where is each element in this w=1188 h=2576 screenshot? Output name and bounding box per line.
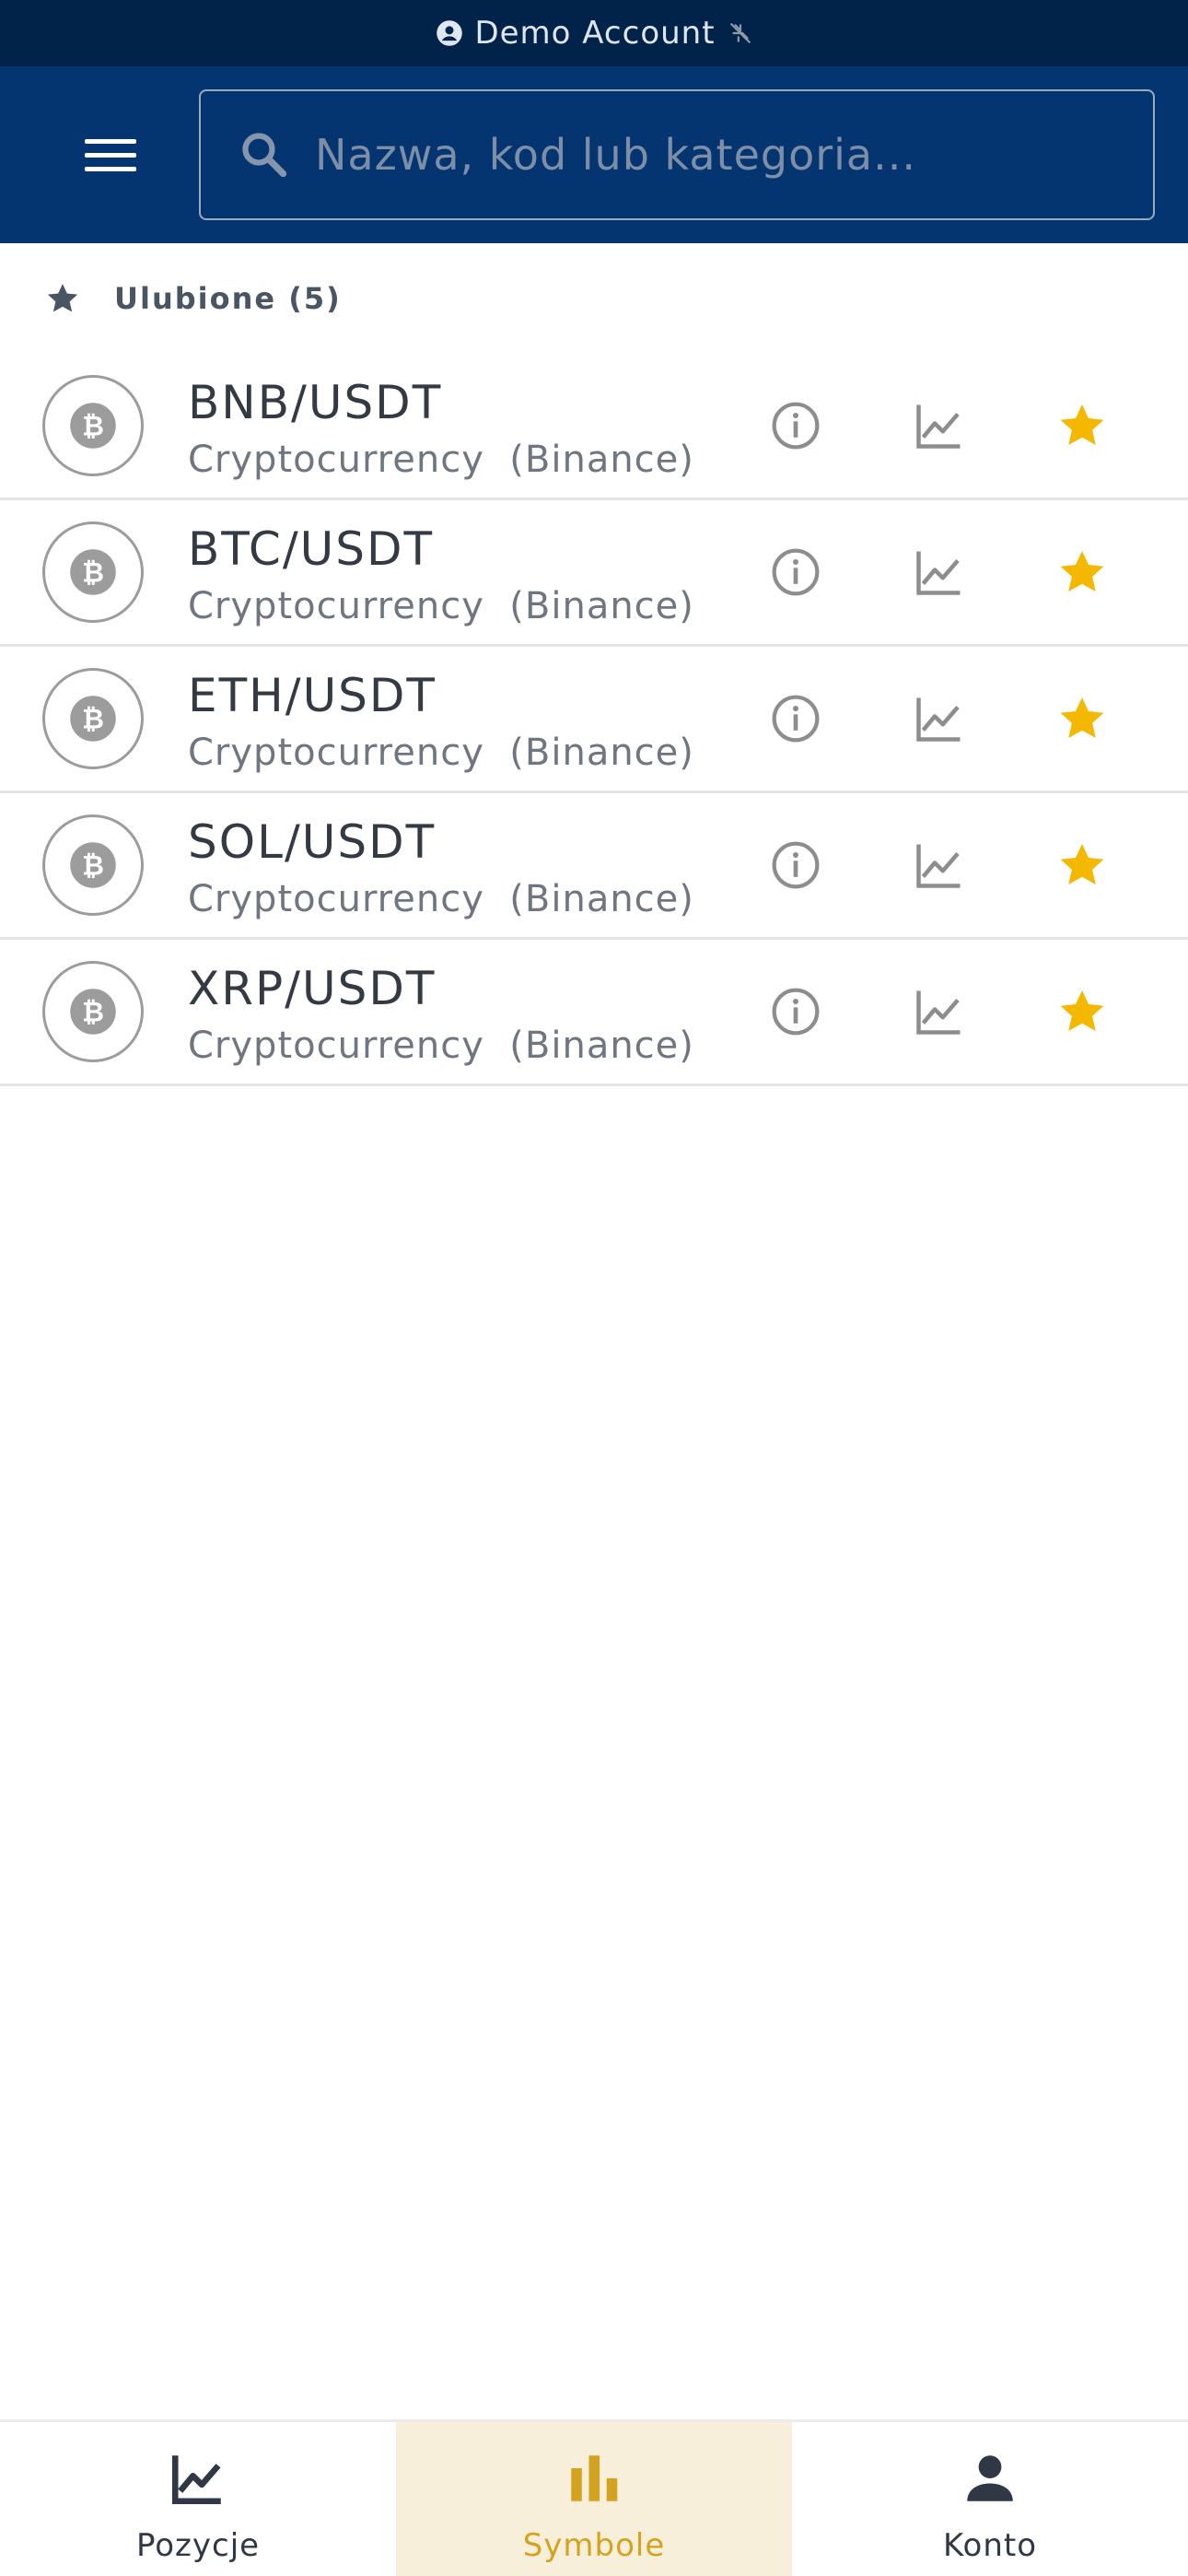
chart-line-icon xyxy=(912,691,967,746)
info-button[interactable] xyxy=(757,826,834,904)
menu-button[interactable] xyxy=(70,123,151,186)
info-icon xyxy=(770,546,821,598)
bitcoin-icon: ₿ xyxy=(68,694,118,744)
favorite-toggle[interactable] xyxy=(1043,973,1121,1050)
chart-line-icon xyxy=(912,398,967,453)
symbol-subtitle: Cryptocurrency (Binance) xyxy=(188,585,694,627)
account-bar: Demo Account xyxy=(0,0,1188,66)
chart-button[interactable] xyxy=(901,533,978,611)
star-icon xyxy=(1055,545,1109,599)
list-item[interactable]: ₿ BNB/USDT Cryptocurrency (Binance) xyxy=(0,354,1188,500)
nav-label: Pozycje xyxy=(135,2527,261,2564)
account-circle-icon xyxy=(436,19,463,47)
svg-text:₿: ₿ xyxy=(82,703,104,734)
no-connection-icon xyxy=(728,21,752,45)
symbol-subtitle: Cryptocurrency (Binance) xyxy=(188,732,694,774)
star-icon xyxy=(1055,985,1109,1038)
nav-label: Symbole xyxy=(522,2527,666,2564)
menu-icon xyxy=(85,138,136,144)
coin-avatar: ₿ xyxy=(42,521,144,623)
nav-item-symbole[interactable]: Symbole xyxy=(396,2422,792,2576)
list-item[interactable]: ₿ SOL/USDT Cryptocurrency (Binance) xyxy=(0,793,1188,940)
favorites-section-header: Ulubione (5) xyxy=(0,243,1188,354)
svg-text:₿: ₿ xyxy=(82,996,104,1027)
coin-avatar: ₿ xyxy=(42,375,144,476)
svg-text:₿: ₿ xyxy=(82,556,104,588)
symbol-name: BTC/USDT xyxy=(188,522,435,576)
menu-icon-bar xyxy=(85,166,136,171)
favorite-toggle[interactable] xyxy=(1043,387,1121,464)
symbol-name: BNB/USDT xyxy=(188,376,443,429)
star-icon xyxy=(1055,399,1109,452)
favorite-toggle[interactable] xyxy=(1043,826,1121,904)
star-icon xyxy=(1055,692,1109,745)
list-item[interactable]: ₿ BTC/USDT Cryptocurrency (Binance) xyxy=(0,500,1188,647)
search-icon xyxy=(238,128,291,181)
account-label: Demo Account xyxy=(474,15,716,52)
symbol-subtitle: Cryptocurrency (Binance) xyxy=(188,439,694,481)
favorites-list: ₿ BNB/USDT Cryptocurrency (Binance) ₿ BT… xyxy=(0,354,1188,1086)
coin-avatar: ₿ xyxy=(42,961,144,1062)
chart-button[interactable] xyxy=(901,387,978,464)
info-icon xyxy=(770,986,821,1037)
nav-item-pozycje[interactable]: Pozycje xyxy=(0,2422,396,2576)
coin-avatar: ₿ xyxy=(42,668,144,769)
list-item[interactable]: ₿ ETH/USDT Cryptocurrency (Binance) xyxy=(0,647,1188,793)
info-button[interactable] xyxy=(757,680,834,757)
bar-chart-icon xyxy=(562,2446,626,2511)
chart-line-icon xyxy=(166,2446,230,2511)
favorites-label: Ulubione (5) xyxy=(114,281,342,316)
chart-line-icon xyxy=(912,984,967,1039)
svg-text:₿: ₿ xyxy=(82,410,104,441)
bitcoin-icon: ₿ xyxy=(68,840,118,890)
search-box[interactable] xyxy=(199,89,1155,220)
nav-label: Konto xyxy=(942,2527,1038,2564)
nav-item-konto[interactable]: Konto xyxy=(792,2422,1188,2576)
chart-line-icon xyxy=(912,837,967,893)
symbol-name: SOL/USDT xyxy=(188,815,437,869)
info-icon xyxy=(770,839,821,891)
person-icon xyxy=(958,2446,1022,2511)
star-icon xyxy=(1055,838,1109,892)
list-item[interactable]: ₿ XRP/USDT Cryptocurrency (Binance) xyxy=(0,940,1188,1086)
coin-avatar: ₿ xyxy=(42,814,144,916)
svg-text:₿: ₿ xyxy=(82,849,104,881)
symbol-name: ETH/USDT xyxy=(188,669,437,722)
info-button[interactable] xyxy=(757,533,834,611)
chart-button[interactable] xyxy=(901,826,978,904)
app-header xyxy=(0,66,1188,243)
chart-line-icon xyxy=(912,544,967,600)
star-icon xyxy=(44,280,81,317)
bitcoin-icon: ₿ xyxy=(68,547,118,597)
favorite-toggle[interactable] xyxy=(1043,680,1121,757)
symbol-subtitle: Cryptocurrency (Binance) xyxy=(188,1025,694,1067)
info-button[interactable] xyxy=(757,973,834,1050)
chart-button[interactable] xyxy=(901,973,978,1050)
chart-button[interactable] xyxy=(901,680,978,757)
app-root: Demo Account Ulubione (5) ₿ xyxy=(0,0,1188,2576)
info-icon xyxy=(770,400,821,451)
favorite-toggle[interactable] xyxy=(1043,533,1121,611)
bitcoin-icon: ₿ xyxy=(68,401,118,451)
bitcoin-icon: ₿ xyxy=(68,987,118,1036)
symbol-name: XRP/USDT xyxy=(188,962,437,1015)
bottom-navigation: Pozycje Symbole Konto xyxy=(0,2419,1188,2576)
symbol-subtitle: Cryptocurrency (Binance) xyxy=(188,878,694,920)
info-button[interactable] xyxy=(757,387,834,464)
menu-icon-bar xyxy=(85,152,136,158)
search-input[interactable] xyxy=(315,91,1153,218)
info-icon xyxy=(770,693,821,744)
